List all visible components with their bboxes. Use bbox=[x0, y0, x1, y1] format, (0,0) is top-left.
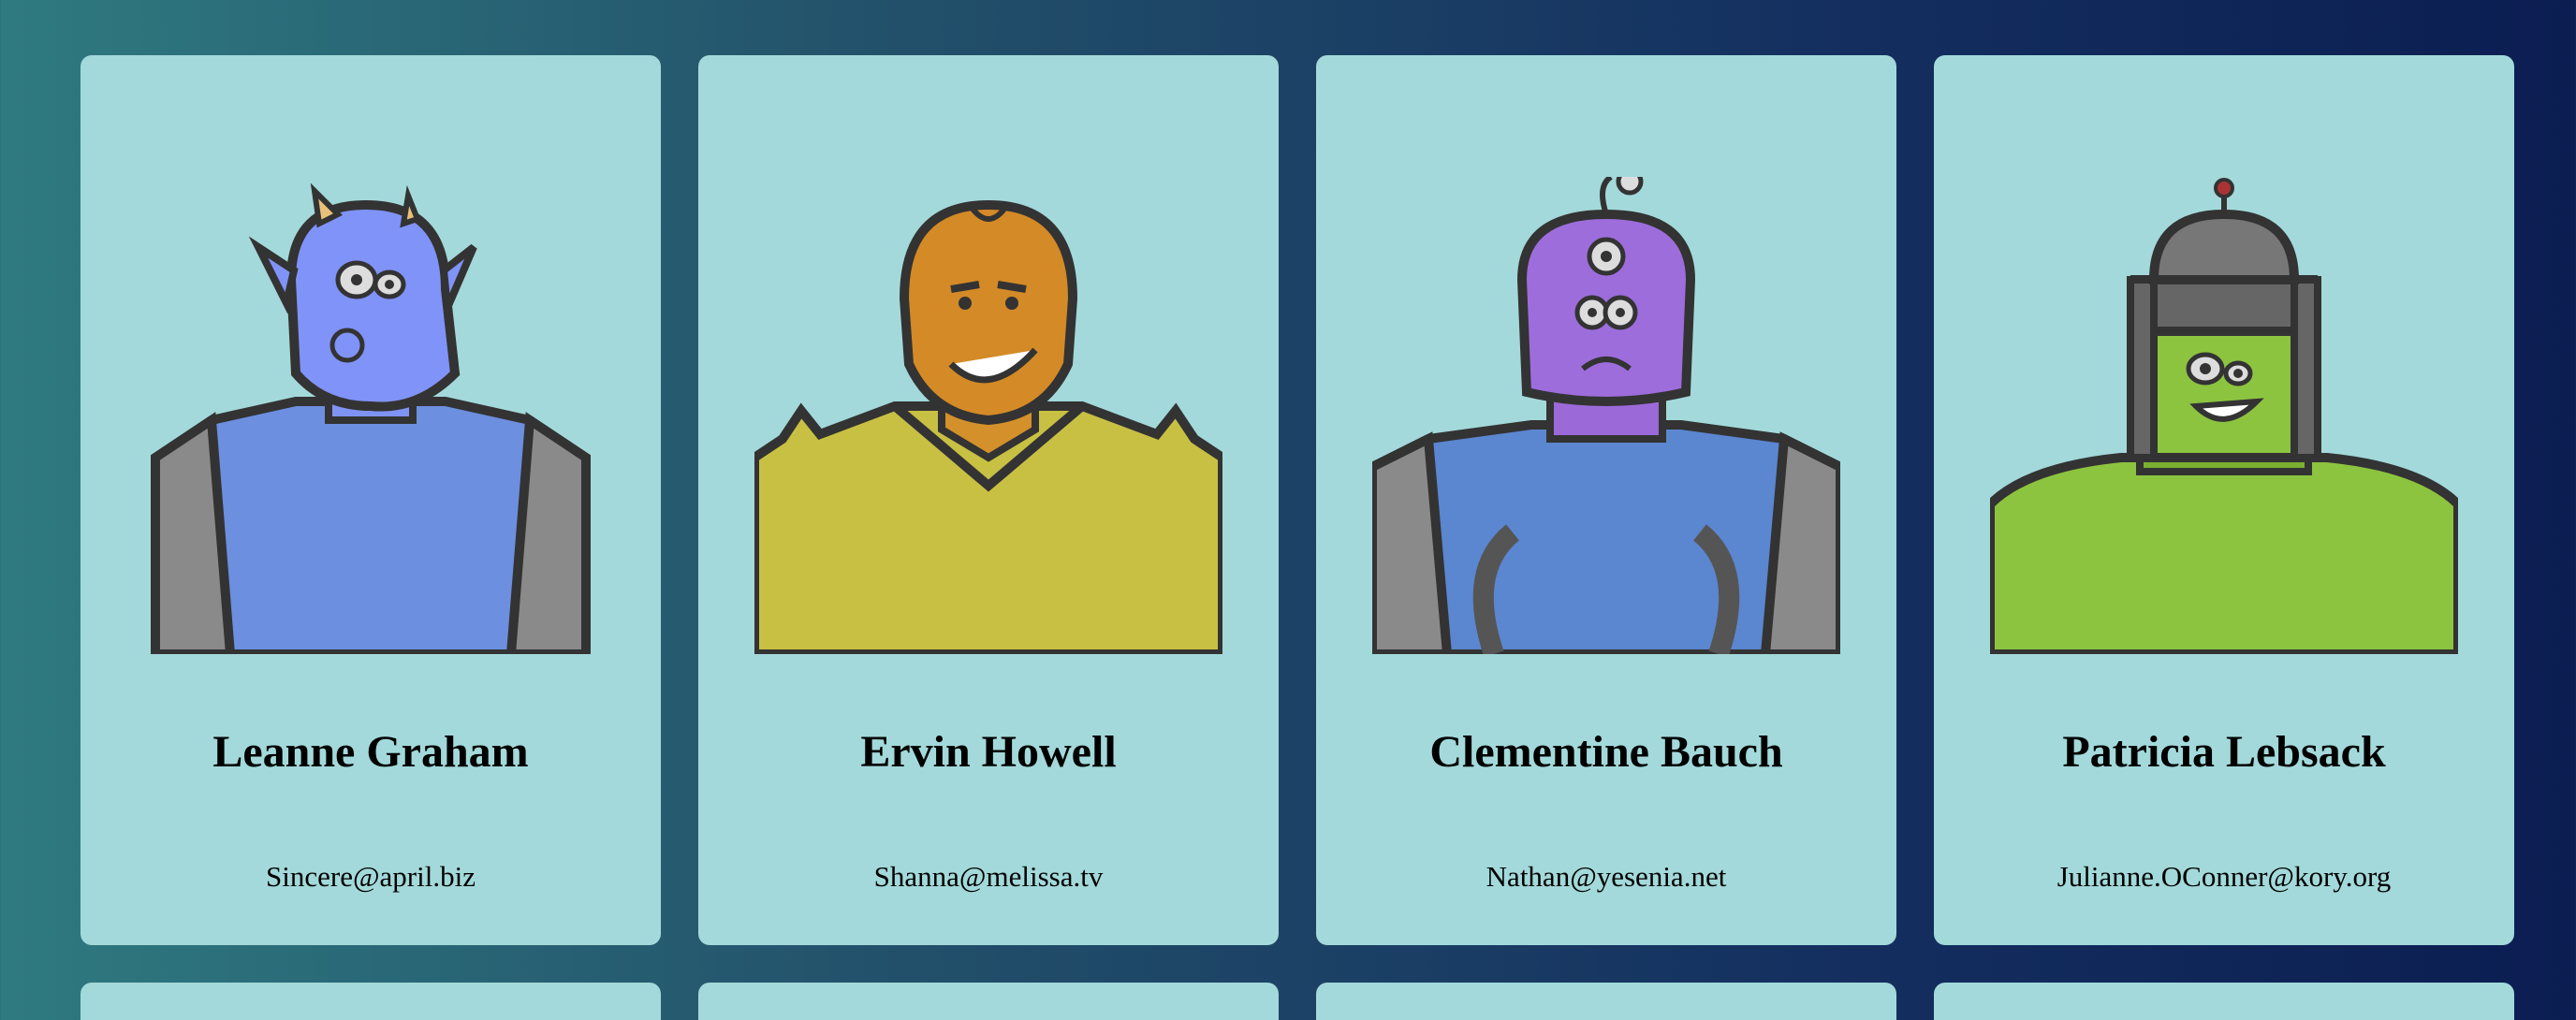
next-row-cards-peek bbox=[80, 983, 2514, 1020]
card-peek[interactable] bbox=[698, 983, 1279, 1020]
user-name: Leanne Graham bbox=[212, 727, 529, 777]
user-email: Sincere@april.biz bbox=[266, 860, 476, 893]
user-name: Clementine Bauch bbox=[1429, 727, 1783, 777]
blue-horned-monster-icon bbox=[151, 182, 591, 654]
user-email: Julianne.OConner@kory.org bbox=[2056, 860, 2392, 893]
card-peek[interactable] bbox=[80, 983, 661, 1020]
user-card-grid: Leanne Graham Sincere@april.biz Ervin Ho… bbox=[80, 55, 2514, 945]
user-card-ervin-howell[interactable]: Ervin Howell Shanna@melissa.tv bbox=[698, 55, 1279, 945]
card-peek[interactable] bbox=[1934, 983, 2514, 1020]
user-card-clementine-bauch[interactable]: Clementine Bauch Nathan@yesenia.net bbox=[1316, 55, 1896, 945]
user-name: Patricia Lebsack bbox=[2062, 727, 2386, 777]
user-email: Nathan@yesenia.net bbox=[1486, 860, 1727, 893]
user-email: Shanna@melissa.tv bbox=[873, 860, 1104, 893]
user-name: Ervin Howell bbox=[860, 727, 1117, 777]
card-peek[interactable] bbox=[1316, 983, 1896, 1020]
green-helmet-monster-icon bbox=[1990, 178, 2458, 654]
user-card-leanne-graham[interactable]: Leanne Graham Sincere@april.biz bbox=[80, 55, 661, 945]
user-card-patricia-lebsack[interactable]: Patricia Lebsack Julianne.OConner@kory.o… bbox=[1934, 55, 2514, 945]
purple-three-eyed-robot-icon bbox=[1372, 177, 1840, 654]
orange-spiky-monster-icon bbox=[754, 199, 1222, 654]
